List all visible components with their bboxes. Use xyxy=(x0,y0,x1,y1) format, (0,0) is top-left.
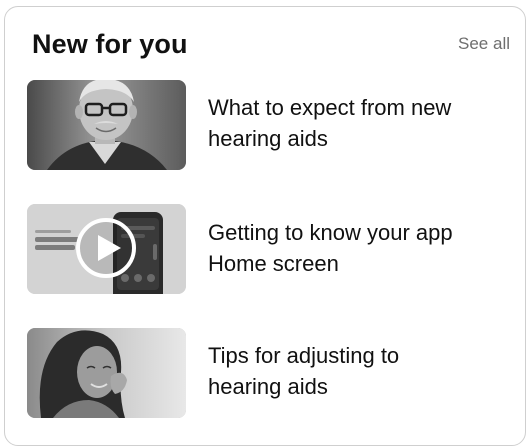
article-title-line2: hearing aids xyxy=(208,374,328,399)
play-icon[interactable] xyxy=(27,204,186,294)
article-item-home-screen-video[interactable]: Getting to know your app Home screen xyxy=(27,204,507,294)
article-item-hearing-aids-expectations[interactable]: What to expect from new hearing aids xyxy=(27,80,507,170)
article-title-line1: Getting to know your app xyxy=(208,220,453,245)
section-header: New for you See all xyxy=(32,29,522,63)
woman-touching-ear-photo xyxy=(27,328,186,418)
article-title-line1: What to expect from new xyxy=(208,95,452,120)
article-title-line1: Tips for adjusting to xyxy=(208,343,400,368)
article-title-line2: Home screen xyxy=(208,251,339,276)
article-title: What to expect from new hearing aids xyxy=(208,92,508,154)
section-title: New for you xyxy=(32,29,188,59)
article-title: Tips for adjusting to hearing aids xyxy=(208,340,508,402)
article-item-adjusting-tips[interactable]: Tips for adjusting to hearing aids xyxy=(27,328,507,418)
article-title: Getting to know your app Home screen xyxy=(208,217,508,279)
article-title-line2: hearing aids xyxy=(208,126,328,151)
see-all-link[interactable]: See all xyxy=(458,34,510,54)
article-thumbnail xyxy=(27,80,186,170)
article-thumbnail xyxy=(27,328,186,418)
older-man-photo xyxy=(27,80,186,170)
video-thumbnail xyxy=(27,204,186,294)
